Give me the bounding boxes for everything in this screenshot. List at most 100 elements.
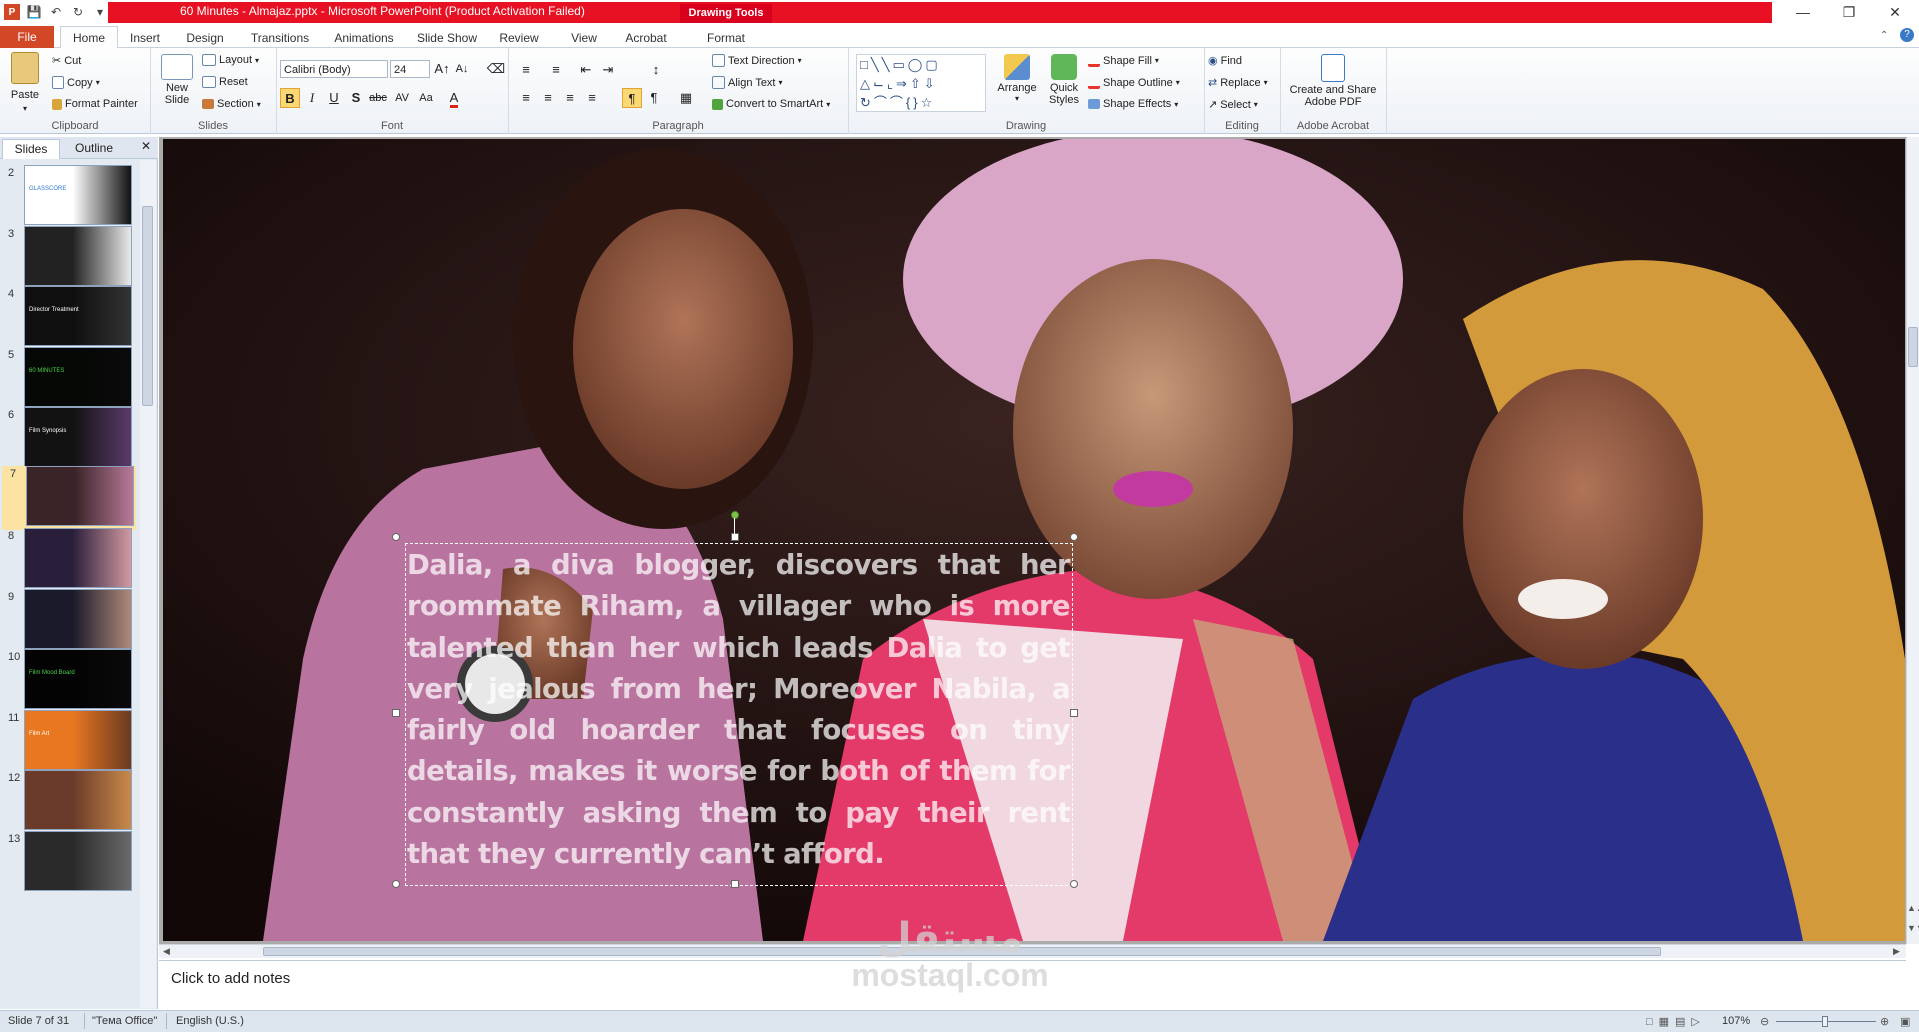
strikethrough-button[interactable]: abc <box>368 88 388 108</box>
resize-handle-top-right[interactable] <box>1070 533 1078 541</box>
close-button[interactable]: ✕ <box>1872 0 1918 24</box>
justify-icon[interactable]: ≡ <box>582 88 602 108</box>
tab-design[interactable]: Design <box>180 28 230 48</box>
tab-outline[interactable]: Outline <box>64 139 124 159</box>
previous-slide-icon[interactable]: ▲▲ <box>1907 903 1919 913</box>
slide-thumbnail-row[interactable]: 7 <box>2 465 136 530</box>
zoom-level[interactable]: 107% <box>1722 1015 1750 1027</box>
view-buttons[interactable]: □▦▤▷ <box>1646 1015 1706 1028</box>
resize-handle-top-left[interactable] <box>392 533 400 541</box>
increase-indent-icon[interactable]: ⇥ <box>598 60 618 80</box>
next-slide-icon[interactable]: ▼▼ <box>1907 923 1919 933</box>
shapes-gallery[interactable]: □╲╲▭◯▢ △⌙⌞⇒⇧⇩ ↻⌒⌒{}☆ <box>856 54 986 112</box>
decrease-indent-icon[interactable]: ⇤ <box>576 60 596 80</box>
resize-handle-bottom[interactable] <box>731 880 739 888</box>
slide-thumbnail[interactable]: GLASSCORE <box>24 165 132 225</box>
tab-insert[interactable]: Insert <box>124 28 166 48</box>
notes-placeholder[interactable]: Click to add notes <box>171 970 290 987</box>
tab-animations[interactable]: Animations <box>330 28 398 48</box>
columns-icon[interactable]: ▦ <box>676 88 696 108</box>
bullets-icon[interactable]: ≡ <box>516 60 536 80</box>
arrange-button[interactable]: Arrange ▾ <box>994 54 1040 103</box>
section-button[interactable]: Section ▾ <box>202 98 261 110</box>
font-color-button[interactable]: A <box>444 88 464 108</box>
slide-thumbnail[interactable] <box>24 588 132 649</box>
customize-toolbar-icon[interactable]: ▾ <box>92 4 108 20</box>
align-text-button[interactable]: Align Text ▾ <box>712 76 783 89</box>
minimize-ribbon-icon[interactable]: ⌃ <box>1880 30 1888 41</box>
fit-slide-icon[interactable]: ▣ <box>1900 1015 1910 1028</box>
zoom-out-icon[interactable]: ⊖ <box>1760 1015 1769 1028</box>
numbering-icon[interactable]: ≡ <box>546 60 566 80</box>
tab-view[interactable]: View <box>558 28 610 48</box>
shadow-button[interactable]: S <box>346 88 366 108</box>
minimize-button[interactable]: — <box>1780 0 1826 24</box>
replace-button[interactable]: ⇄ Replace ▾ <box>1208 76 1268 90</box>
slide-thumbnail[interactable] <box>26 465 134 526</box>
slide-thumbnail[interactable] <box>24 770 132 830</box>
slide-thumbnail[interactable] <box>24 830 132 891</box>
tab-slide-show[interactable]: Slide Show <box>414 28 480 48</box>
resize-handle-left[interactable] <box>392 709 400 717</box>
find-button[interactable]: ◉ Find <box>1208 54 1242 68</box>
slide-thumbnail[interactable]: Film Synopsis <box>24 407 132 467</box>
slide-body-text[interactable]: Dalia, a diva blogger, discovers that he… <box>407 545 1071 875</box>
shape-fill-button[interactable]: Shape Fill ▾ <box>1088 54 1159 67</box>
align-right-icon[interactable]: ≡ <box>560 88 580 108</box>
underline-button[interactable]: U <box>324 88 344 108</box>
redo-icon[interactable]: ↻ <box>70 4 86 20</box>
select-button[interactable]: ↗ Select ▾ <box>1208 98 1258 112</box>
align-center-icon[interactable]: ≡ <box>538 88 558 108</box>
cut-button[interactable]: ✂ Cut <box>52 54 81 68</box>
help-icon[interactable]: ? <box>1900 28 1914 42</box>
paste-button[interactable]: Paste ▾ <box>6 52 44 113</box>
resize-handle-top[interactable] <box>731 533 739 541</box>
slide-thumbnail[interactable]: 60 MINUTES <box>24 346 132 407</box>
tab-file[interactable]: File <box>0 26 54 48</box>
save-icon[interactable]: 💾 <box>26 4 42 20</box>
new-slide-button[interactable]: New Slide <box>158 54 196 106</box>
theme-name[interactable]: "Тема Office" <box>92 1015 157 1027</box>
tab-review[interactable]: Review <box>496 28 542 48</box>
slide-vertical-scrollbar[interactable]: ▲▲ ▼▼ <box>1906 137 1919 944</box>
panel-scroll-thumb[interactable] <box>142 206 153 406</box>
font-name-field[interactable]: Calibri (Body) <box>280 60 388 78</box>
tab-transitions[interactable]: Transitions <box>246 28 314 48</box>
scroll-right-icon[interactable]: ▶ <box>1893 946 1900 957</box>
slide-vertical-scroll-thumb[interactable] <box>1908 327 1918 367</box>
create-adobe-pdf-button[interactable]: Create and Share Adobe PDF <box>1286 54 1380 108</box>
grow-font-icon[interactable]: A↑ <box>432 59 452 79</box>
scroll-left-icon[interactable]: ◀ <box>163 946 170 957</box>
language-indicator[interactable]: English (U.S.) <box>176 1015 244 1027</box>
zoom-in-icon[interactable]: ⊕ <box>1880 1015 1889 1028</box>
shrink-font-icon[interactable]: A↓ <box>452 59 472 79</box>
slide-thumbnail[interactable]: Film Art <box>24 709 132 770</box>
undo-icon[interactable]: ↶ <box>48 4 64 20</box>
copy-button[interactable]: Copy ▾ <box>52 76 100 89</box>
shape-outline-button[interactable]: Shape Outline ▾ <box>1088 76 1180 89</box>
restore-button[interactable]: ❐ <box>1826 0 1872 24</box>
tab-format[interactable]: Format <box>700 28 752 48</box>
clear-formatting-icon[interactable]: ⌫ <box>486 59 506 79</box>
resize-handle-bottom-left[interactable] <box>392 880 400 888</box>
character-spacing-button[interactable]: AV <box>392 88 412 108</box>
zoom-slider-thumb[interactable] <box>1822 1016 1828 1027</box>
change-case-button[interactable]: Aa <box>416 88 436 108</box>
text-direction-button[interactable]: Text Direction ▾ <box>712 54 802 67</box>
rotation-handle[interactable] <box>731 511 739 519</box>
font-size-field[interactable]: 24 <box>390 60 430 78</box>
panel-scrollbar[interactable] <box>140 160 156 1008</box>
close-panel-icon[interactable]: ✕ <box>138 139 154 157</box>
tab-acrobat[interactable]: Acrobat <box>618 28 674 48</box>
layout-button[interactable]: Layout ▾ <box>202 54 259 66</box>
tab-slides[interactable]: Slides <box>2 139 60 159</box>
quick-styles-button[interactable]: Quick Styles <box>1044 54 1084 106</box>
slide-thumbnail[interactable] <box>24 528 132 588</box>
resize-handle-right[interactable] <box>1070 709 1078 717</box>
convert-smartart-button[interactable]: Convert to SmartArt ▾ <box>712 98 830 110</box>
italic-button[interactable]: I <box>302 88 322 108</box>
ltr-direction-icon[interactable]: ¶ <box>622 88 642 108</box>
align-left-icon[interactable]: ≡ <box>516 88 536 108</box>
reset-button[interactable]: Reset <box>202 76 248 88</box>
shape-effects-button[interactable]: Shape Effects ▾ <box>1088 98 1178 110</box>
